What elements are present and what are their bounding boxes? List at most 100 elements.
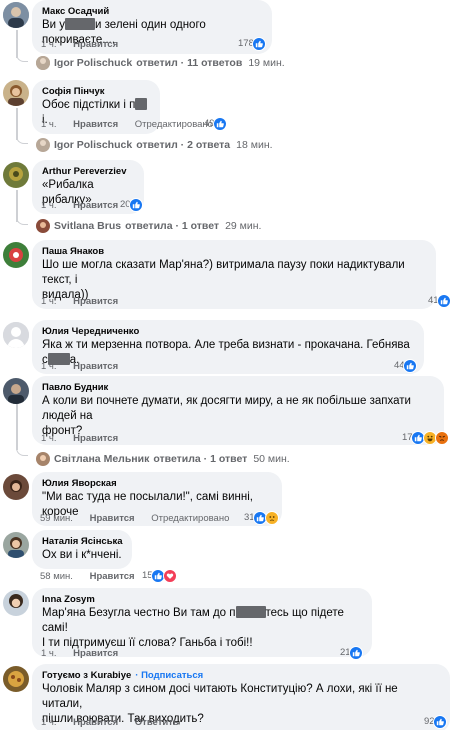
comment-author[interactable]: Макс Осадчий: [42, 5, 262, 18]
like-reaction-icon: [436, 294, 451, 308]
comment-author: Готуємо з Kurabiye · Подписаться: [42, 669, 440, 682]
like-button[interactable]: Нравится: [90, 571, 135, 582]
reply-avatar: [36, 452, 50, 466]
comment-actions: 58 мин. Нравится: [40, 570, 149, 584]
reply-avatar: [36, 219, 50, 233]
comment-text: Чоловік Маляр з сином досі читають Конст…: [42, 683, 398, 710]
like-button[interactable]: Нравится: [73, 717, 118, 728]
comment-actions: 1 ч. Нравится Ответить: [41, 716, 193, 730]
angry-reaction-icon: [434, 431, 449, 445]
like-reaction-icon: [251, 37, 266, 51]
comment-time[interactable]: 1 ч.: [41, 39, 57, 50]
like-button[interactable]: Нравится: [73, 648, 118, 659]
comment-actions: 1 ч. Нравится: [41, 38, 132, 52]
replies-link[interactable]: Igor Polischuck ответил · 2 ответа 18 ми…: [36, 137, 273, 153]
reaction-summary[interactable]: 17: [402, 430, 449, 446]
comment-actions: 1 ч. Нравится: [41, 647, 132, 661]
reply-connector: [16, 446, 28, 456]
comment-author[interactable]: Павло Будник: [42, 381, 434, 394]
comment-text: Шо ше могла сказати Мар'яна?) витримала …: [42, 259, 405, 286]
like-button[interactable]: Нравится: [73, 433, 118, 444]
comment-time[interactable]: 1 ч.: [41, 119, 57, 130]
comment-bubble: Наталія Ясінська Ох ви і к*нчені.: [32, 530, 132, 569]
like-button[interactable]: Нравится: [90, 513, 135, 524]
page-name[interactable]: Готуємо з Kurabiye: [42, 670, 131, 681]
avatar[interactable]: [3, 666, 29, 692]
avatar[interactable]: [3, 80, 29, 106]
sad-reaction-icon: [264, 511, 279, 525]
reaction-summary[interactable]: 92: [424, 714, 447, 730]
avatar[interactable]: [3, 322, 29, 348]
reply-avatar: [36, 138, 50, 152]
replies-link[interactable]: Svitlana Brus ответила · 1 ответ 29 мин.: [36, 218, 261, 234]
reaction-summary[interactable]: 20: [120, 197, 143, 213]
comment-text: Мар'яна Безугла честно Ви там до п тесь щ…: [42, 606, 344, 634]
reaction-summary[interactable]: 44: [394, 358, 417, 374]
reply-summary: ответил · 2 ответа: [136, 139, 231, 151]
like-button[interactable]: Нравится: [73, 39, 118, 50]
avatar[interactable]: [3, 378, 29, 404]
comment-actions: 1 ч. Нравится: [41, 432, 132, 446]
reaction-summary[interactable]: 15: [142, 568, 177, 584]
comment-actions: 1 ч. Нравится: [41, 360, 132, 374]
comment-time[interactable]: 1 ч.: [41, 717, 57, 728]
like-reaction-icon: [432, 715, 447, 729]
edited-label: Отредактировано: [151, 513, 230, 524]
reply-connector: [16, 134, 28, 144]
reaction-summary[interactable]: 49: [204, 116, 227, 132]
comment-time[interactable]: 1 ч.: [41, 200, 57, 211]
comment-time[interactable]: 1 ч.: [41, 296, 57, 307]
comment-time[interactable]: 59 мин.: [40, 513, 73, 524]
reply-button[interactable]: Ответить: [135, 717, 179, 728]
replies-link[interactable]: Igor Polischuck ответил · 11 ответов 19 …: [36, 55, 285, 71]
comment-author[interactable]: Паша Янаков: [42, 245, 426, 258]
comment-time[interactable]: 58 мин.: [40, 571, 73, 582]
avatar[interactable]: [3, 2, 29, 28]
reply-time: 19 мин.: [248, 57, 285, 69]
comment-time[interactable]: 1 ч.: [41, 361, 57, 372]
reply-time: 18 мин.: [236, 139, 273, 151]
love-reaction-icon: [162, 569, 177, 583]
like-reaction-icon: [128, 198, 143, 212]
reaction-summary[interactable]: 31: [244, 510, 279, 526]
like-button[interactable]: Нравится: [73, 296, 118, 307]
redaction: [235, 606, 266, 618]
like-reaction-icon: [402, 359, 417, 373]
replies-link[interactable]: Світлана Мельник ответила · 1 ответ 50 м…: [36, 451, 290, 467]
thread-line: [16, 404, 18, 450]
edited-label: Отредактировано: [134, 119, 213, 130]
comment-author[interactable]: Наталія Ясінська: [42, 535, 123, 548]
like-button[interactable]: Нравится: [73, 200, 118, 211]
reaction-summary[interactable]: 21: [340, 645, 363, 661]
avatar[interactable]: [3, 162, 29, 188]
avatar[interactable]: [3, 474, 29, 500]
reply-time: 50 мин.: [253, 453, 290, 465]
comment-actions: 1 ч. Нравится: [41, 199, 132, 213]
comment-author[interactable]: Inna Zosym: [42, 593, 362, 606]
comment-time[interactable]: 1 ч.: [41, 648, 57, 659]
redaction: [65, 18, 96, 30]
like-button[interactable]: Нравится: [73, 361, 118, 372]
follow-button[interactable]: · Подписаться: [135, 670, 203, 681]
comment-time[interactable]: 1 ч.: [41, 433, 57, 444]
reply-summary: ответила · 1 ответ: [153, 453, 248, 465]
comment-text: Ох ви і к*нчені.: [42, 549, 122, 561]
avatar[interactable]: [3, 242, 29, 268]
comment-author[interactable]: Юлия Яворская: [42, 477, 272, 490]
reply-author: Світлана Мельник: [54, 453, 150, 465]
avatar[interactable]: [3, 532, 29, 558]
comment-author[interactable]: Arthur Pereverziev: [42, 165, 134, 178]
reply-author: Igor Polischuck: [54, 139, 133, 151]
comment-author[interactable]: Юлия Чередниченко: [42, 325, 414, 338]
reply-connector: [16, 215, 28, 225]
avatar[interactable]: [3, 590, 29, 616]
reply-connector: [16, 52, 28, 62]
comment-author[interactable]: Софія Пінчук: [42, 85, 150, 98]
comment-text: А коли ви почнете думати, як досягти мир…: [42, 395, 411, 422]
comment-actions: 59 мин. Нравится Отредактировано: [40, 512, 243, 526]
like-button[interactable]: Нравится: [73, 119, 118, 130]
reaction-summary[interactable]: 178: [238, 36, 266, 52]
reaction-summary[interactable]: 41: [428, 293, 451, 309]
redaction: [135, 98, 148, 110]
reply-author: Svitlana Brus: [54, 220, 122, 232]
